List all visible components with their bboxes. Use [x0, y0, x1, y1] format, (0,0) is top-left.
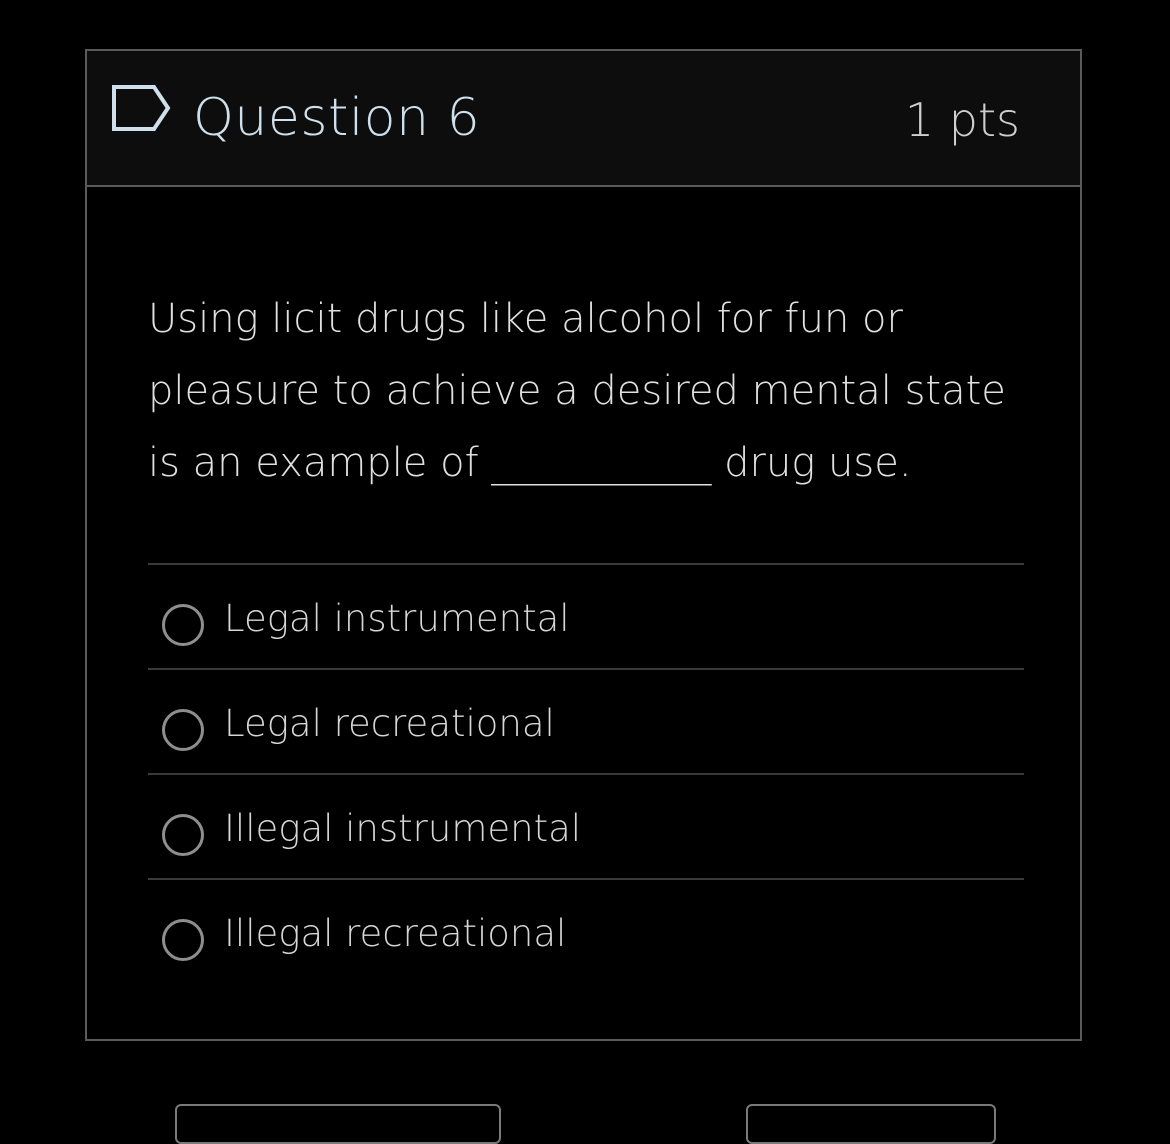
question-text: Using licit drugs like alcohol for fun o…: [148, 296, 1006, 486]
answer-label: Illegal recreational: [224, 912, 567, 955]
question-title: Question 6: [193, 88, 481, 148]
answer-list: Legal instrumental Legal recreational Il…: [148, 563, 1024, 983]
radio-button[interactable]: [162, 814, 204, 856]
radio-button[interactable]: [162, 604, 204, 646]
question-card: Question 6 1 pts Using licit drugs like …: [85, 49, 1082, 1041]
flag-bookmark-icon[interactable]: [110, 83, 172, 133]
question-header: Question 6 1 pts: [87, 51, 1080, 187]
radio-button[interactable]: [162, 919, 204, 961]
answer-option[interactable]: Legal instrumental: [148, 565, 1024, 670]
question-points: 1 pts: [904, 93, 1020, 147]
answer-option[interactable]: Legal recreational: [148, 670, 1024, 775]
answer-option[interactable]: Illegal instrumental: [148, 775, 1024, 880]
answer-label: Illegal instrumental: [224, 807, 582, 850]
answer-label: Legal recreational: [224, 702, 555, 745]
radio-button[interactable]: [162, 709, 204, 751]
next-button[interactable]: [746, 1104, 996, 1144]
answer-label: Legal instrumental: [224, 597, 570, 640]
previous-button[interactable]: [175, 1104, 501, 1144]
answer-option[interactable]: Illegal recreational: [148, 880, 1024, 983]
